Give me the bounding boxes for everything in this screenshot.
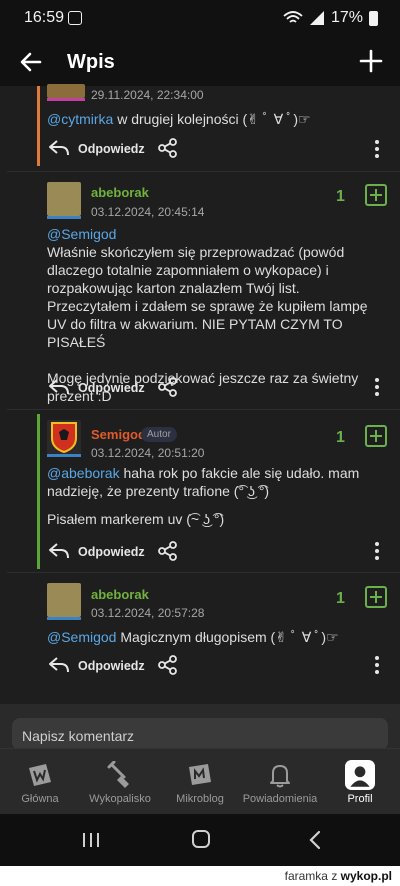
watermark: faramka z wykop.pl bbox=[0, 866, 400, 886]
mention-link[interactable]: @cytmirka bbox=[47, 111, 113, 127]
comments-list: 29.11.2024, 22:34:00 @cytmirka w drugiej… bbox=[0, 84, 400, 686]
comment-body: @cytmirka w drugiej kolejności (✌ ﾟ ∀ ﾟ)… bbox=[47, 110, 377, 128]
upvote-button[interactable] bbox=[365, 425, 387, 447]
system-nav-bar bbox=[0, 814, 400, 866]
signal-icon bbox=[309, 11, 324, 25]
vote-count: 1 bbox=[336, 188, 345, 205]
avatar bbox=[47, 583, 81, 617]
comment-item: 29.11.2024, 22:34:00 @cytmirka w drugiej… bbox=[7, 84, 400, 171]
mention-link[interactable]: @Semigod bbox=[47, 629, 116, 645]
upvote-button[interactable] bbox=[365, 184, 387, 206]
back-arrow-icon[interactable] bbox=[18, 49, 44, 75]
comment-accent bbox=[37, 414, 40, 569]
reply-icon[interactable] bbox=[48, 138, 70, 158]
avatar-underline bbox=[47, 454, 81, 457]
reply-button[interactable]: Odpowiedz bbox=[78, 659, 145, 673]
reply-icon[interactable] bbox=[48, 655, 70, 675]
share-icon[interactable] bbox=[158, 541, 178, 561]
wifi-icon bbox=[283, 11, 303, 23]
comment-text-2: Pisałem markerem uv (͡~ ͜ʖ ͡°) bbox=[47, 511, 225, 527]
recent-apps-icon[interactable] bbox=[82, 832, 100, 848]
mention-link[interactable]: @Semigod bbox=[47, 225, 377, 243]
comment-date: 29.11.2024, 22:34:00 bbox=[91, 88, 204, 102]
tab-glowna[interactable]: Główna bbox=[0, 749, 80, 815]
comment-text: w drugiej kolejności (✌ ﾟ ∀ ﾟ)☞ bbox=[113, 111, 311, 127]
battery-icon bbox=[369, 10, 378, 26]
more-options-icon[interactable] bbox=[374, 542, 380, 560]
bottom-tab-bar: Główna Wykopalisko Mikroblog Powiadomien… bbox=[0, 748, 400, 814]
avatar bbox=[47, 84, 85, 98]
share-icon[interactable] bbox=[158, 655, 178, 675]
comment-item: abeborak 03.12.2024, 20:57:28 1 @Semigod… bbox=[7, 572, 400, 686]
status-time: 16:59 bbox=[24, 9, 65, 26]
mikroblog-icon bbox=[189, 764, 211, 785]
tab-label: Powiadomienia bbox=[242, 793, 318, 805]
share-icon[interactable] bbox=[158, 138, 178, 158]
tab-powiadomienia[interactable]: Powiadomienia bbox=[240, 749, 320, 815]
avatar-underline bbox=[47, 216, 81, 219]
comment-body: @Semigod Magicznym długopisem (✌ ﾟ ∀ ﾟ)☞ bbox=[47, 628, 377, 646]
app-screen: 16:59 17% Wpis 29.11.2024, 22:34:00 @cyt… bbox=[0, 0, 400, 866]
battery-percent: 17% bbox=[330, 9, 363, 26]
tab-profil[interactable]: Profil bbox=[320, 749, 400, 815]
home-icon[interactable] bbox=[192, 830, 210, 848]
comment-date: 03.12.2024, 20:57:28 bbox=[91, 606, 205, 620]
comment-item: abeborak 03.12.2024, 20:45:14 1 @Semigod… bbox=[7, 171, 400, 409]
tab-label: Wykopalisko bbox=[89, 793, 151, 805]
add-icon[interactable] bbox=[358, 48, 384, 74]
page-title: Wpis bbox=[67, 51, 115, 73]
reply-icon[interactable] bbox=[48, 377, 70, 397]
share-icon[interactable] bbox=[158, 377, 178, 397]
bell-icon bbox=[270, 765, 290, 788]
tab-wykopalisko[interactable]: Wykopalisko bbox=[80, 749, 160, 815]
vote-count: 1 bbox=[336, 429, 345, 446]
reply-button[interactable]: Odpowiedz bbox=[78, 381, 145, 395]
tab-label: Główna bbox=[21, 793, 59, 805]
avatar-underline bbox=[47, 98, 85, 101]
comment-accent bbox=[37, 86, 40, 166]
status-bar: 16:59 17% bbox=[0, 0, 400, 38]
more-options-icon[interactable] bbox=[374, 140, 380, 158]
comment-date: 03.12.2024, 20:45:14 bbox=[91, 205, 205, 219]
more-options-icon[interactable] bbox=[374, 656, 380, 674]
comment-text: Magicznym długopisem (✌ ﾟ ∀ ﾟ)☞ bbox=[116, 629, 339, 645]
watermark-sep: z bbox=[331, 869, 338, 883]
comment-body: @Semigod Właśnie skończyłem się przeprow… bbox=[47, 225, 377, 405]
system-back-icon[interactable] bbox=[308, 830, 322, 850]
watermark-text: faramka z wykop.pl bbox=[285, 869, 392, 883]
comment-author[interactable]: abeborak bbox=[91, 587, 149, 602]
comment-input[interactable]: Napisz komentarz bbox=[12, 718, 388, 750]
upvote-button[interactable] bbox=[365, 586, 387, 608]
compose-area: Napisz komentarz bbox=[0, 704, 400, 750]
comment-author[interactable]: Semigod bbox=[91, 427, 146, 442]
home-w-icon bbox=[29, 764, 51, 786]
comment-input-placeholder: Napisz komentarz bbox=[22, 728, 135, 744]
vote-count: 1 bbox=[336, 590, 345, 607]
app-bar: Wpis bbox=[0, 38, 400, 86]
comment-item: Semigod Autor 03.12.2024, 20:51:20 1 @ab… bbox=[7, 409, 400, 572]
comment-text: Właśnie skończyłem się przeprowadzać (po… bbox=[47, 244, 368, 350]
author-badge: Autor bbox=[141, 427, 177, 442]
watermark-user: faramka bbox=[284, 869, 328, 883]
avatar bbox=[47, 420, 81, 454]
tab-label: Profil bbox=[347, 793, 373, 805]
profile-icon bbox=[345, 760, 375, 790]
comment-body: @abeborak haha rok po fakcie ale się uda… bbox=[47, 464, 377, 528]
comment-author[interactable]: abeborak bbox=[91, 185, 149, 200]
comment-date: 03.12.2024, 20:51:20 bbox=[91, 446, 205, 460]
avatar bbox=[47, 182, 81, 216]
tab-mikroblog[interactable]: Mikroblog bbox=[160, 749, 240, 815]
reply-button[interactable]: Odpowiedz bbox=[78, 142, 145, 156]
watermark-site: wykop.pl bbox=[340, 869, 392, 883]
reply-icon[interactable] bbox=[48, 541, 70, 561]
more-options-icon[interactable] bbox=[374, 378, 380, 396]
reply-button[interactable]: Odpowiedz bbox=[78, 545, 145, 559]
mention-link[interactable]: @abeborak bbox=[47, 465, 120, 481]
shovel-icon bbox=[107, 761, 129, 788]
status-right: 17% bbox=[283, 9, 378, 27]
avatar-underline bbox=[47, 617, 81, 620]
tab-label: Mikroblog bbox=[176, 793, 224, 805]
notification-icon bbox=[68, 11, 82, 25]
